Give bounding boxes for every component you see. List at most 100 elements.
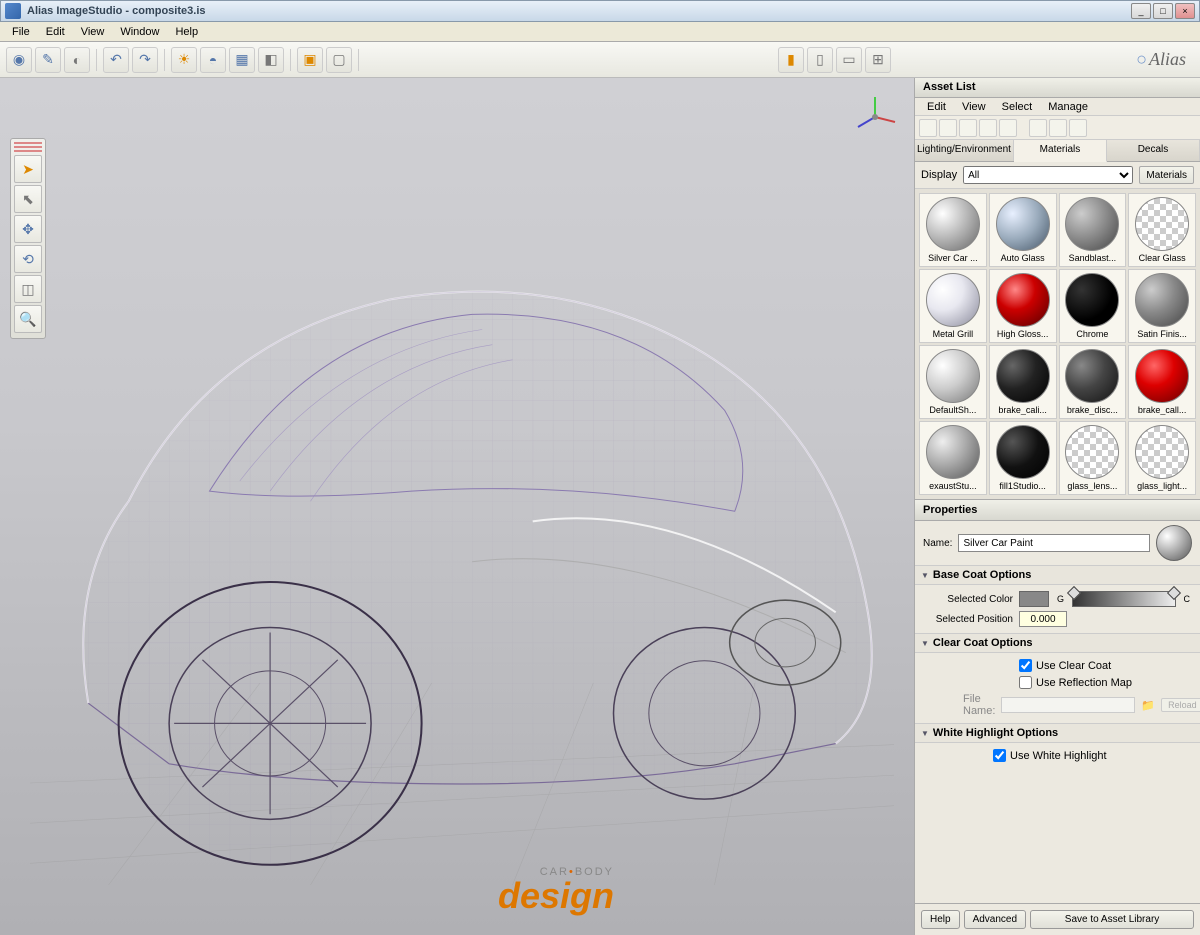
app-icon (5, 3, 21, 19)
viewport[interactable]: ➤ ⬉ ✥ ⟲ ◫ 🔍 (0, 78, 914, 935)
material-sphere-icon (1135, 273, 1189, 327)
view-single-icon[interactable]: ▮ (778, 47, 804, 73)
asset-menu-edit[interactable]: Edit (919, 99, 954, 115)
tool-light-icon[interactable]: ☀ (171, 47, 197, 73)
toolbar-separator (358, 49, 359, 71)
menu-edit[interactable]: Edit (38, 24, 73, 40)
panel-tool-icon[interactable] (959, 119, 977, 137)
selected-color-swatch[interactable] (1019, 591, 1049, 607)
material-label: Metal Grill (925, 329, 981, 339)
tool-render-icon[interactable]: ▣ (297, 47, 323, 73)
material-swatch[interactable]: brake_disc... (1059, 345, 1127, 419)
material-label: Silver Car ... (925, 253, 981, 263)
use-white-highlight-checkbox[interactable] (993, 749, 1006, 762)
material-swatch[interactable]: glass_light... (1128, 421, 1196, 495)
asset-tabs: Lighting/Environment Materials Decals (915, 140, 1200, 162)
material-swatch[interactable]: Satin Finis... (1128, 269, 1196, 343)
tool-redo-icon[interactable]: ↷ (132, 47, 158, 73)
clear-coat-body: Use Clear Coat Use Reflection Map File N… (915, 653, 1200, 723)
tab-decals[interactable]: Decals (1107, 140, 1200, 161)
help-button[interactable]: Help (921, 910, 960, 929)
base-coat-header[interactable]: ▼ Base Coat Options (915, 565, 1200, 585)
save-to-library-button[interactable]: Save to Asset Library (1030, 910, 1194, 929)
material-swatch[interactable]: Metal Grill (919, 269, 987, 343)
material-preview-sphere-icon (1156, 525, 1192, 561)
use-clear-coat-checkbox[interactable] (1019, 659, 1032, 672)
tab-lighting[interactable]: Lighting/Environment (915, 140, 1014, 161)
name-input[interactable] (958, 534, 1150, 552)
asset-list-menubar: Edit View Select Manage (915, 98, 1200, 116)
panel-tool-icon[interactable] (1069, 119, 1087, 137)
tool-save-icon[interactable]: ◐ (64, 47, 90, 73)
panel-tool-icon[interactable] (1049, 119, 1067, 137)
menu-file[interactable]: File (4, 24, 38, 40)
menu-window[interactable]: Window (112, 24, 167, 40)
material-swatch[interactable]: glass_lens... (1059, 421, 1127, 495)
material-swatch[interactable]: fill1Studio... (989, 421, 1057, 495)
minimize-button[interactable]: _ (1131, 3, 1151, 19)
advanced-button[interactable]: Advanced (964, 910, 1026, 929)
collapse-triangle-icon: ▼ (921, 571, 929, 580)
tool-material-icon[interactable]: ◓ (200, 47, 226, 73)
material-label: glass_light... (1134, 481, 1190, 491)
material-label: Sandblast... (1064, 253, 1120, 263)
tool-preview-icon[interactable]: ▢ (326, 47, 352, 73)
material-swatch[interactable]: Clear Glass (1128, 193, 1196, 267)
material-sphere-icon (926, 349, 980, 403)
tab-materials[interactable]: Materials (1014, 140, 1107, 162)
material-swatch[interactable]: Sandblast... (1059, 193, 1127, 267)
panel-tool-icon[interactable] (999, 119, 1017, 137)
selected-position-label: Selected Position (923, 614, 1013, 625)
material-sphere-icon (926, 273, 980, 327)
maximize-button[interactable]: □ (1153, 3, 1173, 19)
material-swatch[interactable]: brake_call... (1128, 345, 1196, 419)
clear-coat-header[interactable]: ▼ Clear Coat Options (915, 633, 1200, 653)
material-label: High Gloss... (995, 329, 1051, 339)
material-label: fill1Studio... (995, 481, 1051, 491)
use-reflection-map-checkbox[interactable] (1019, 676, 1032, 689)
tool-open-icon[interactable]: ✎ (35, 47, 61, 73)
panel-tool-icon[interactable] (979, 119, 997, 137)
view-quad-icon[interactable]: ⊞ (865, 47, 891, 73)
palette-grip[interactable] (14, 142, 42, 152)
material-sphere-icon (1065, 425, 1119, 479)
panel-tool-icon[interactable] (939, 119, 957, 137)
main-area: ➤ ⬉ ✥ ⟲ ◫ 🔍 (0, 78, 1200, 935)
material-swatch[interactable]: Silver Car ... (919, 193, 987, 267)
materials-button[interactable]: Materials (1139, 166, 1194, 184)
file-name-input (1001, 697, 1135, 713)
close-button[interactable]: × (1175, 3, 1195, 19)
asset-menu-view[interactable]: View (954, 99, 994, 115)
material-label: Satin Finis... (1134, 329, 1190, 339)
material-swatch[interactable]: Chrome (1059, 269, 1127, 343)
panel-tool-icon[interactable] (1029, 119, 1047, 137)
asset-menu-manage[interactable]: Manage (1040, 99, 1096, 115)
material-swatch[interactable]: Auto Glass (989, 193, 1057, 267)
tool-env-icon[interactable]: ▦ (229, 47, 255, 73)
asset-menu-select[interactable]: Select (994, 99, 1041, 115)
material-swatch[interactable]: exaustStu... (919, 421, 987, 495)
material-sphere-icon (926, 425, 980, 479)
display-select[interactable]: All (963, 166, 1133, 184)
white-highlight-header[interactable]: ▼ White Highlight Options (915, 723, 1200, 743)
name-label: Name: (923, 538, 952, 549)
material-swatch[interactable]: DefaultSh... (919, 345, 987, 419)
view-split-v-icon[interactable]: ▭ (836, 47, 862, 73)
material-swatch[interactable]: High Gloss... (989, 269, 1057, 343)
tool-camera-icon[interactable]: ◧ (258, 47, 284, 73)
main-toolbar: ◉ ✎ ◐ ↶ ↷ ☀ ◓ ▦ ◧ ▣ ▢ ▮ ▯ ▭ ⊞ Alias (0, 42, 1200, 78)
axis-widget-icon[interactable] (850, 92, 900, 142)
menu-view[interactable]: View (73, 24, 113, 40)
panel-tool-icon[interactable] (919, 119, 937, 137)
material-swatch[interactable]: brake_cali... (989, 345, 1057, 419)
right-panel: Asset List Edit View Select Manage Light… (914, 78, 1200, 935)
toolbar-separator (96, 49, 97, 71)
tool-new-icon[interactable]: ◉ (6, 47, 32, 73)
menu-help[interactable]: Help (167, 24, 206, 40)
gradient-slider[interactable] (1072, 591, 1175, 607)
tool-undo-icon[interactable]: ↶ (103, 47, 129, 73)
view-split-h-icon[interactable]: ▯ (807, 47, 833, 73)
material-sphere-icon (996, 197, 1050, 251)
selected-position-input[interactable] (1019, 611, 1067, 627)
white-highlight-body: Use White Highlight (915, 743, 1200, 768)
